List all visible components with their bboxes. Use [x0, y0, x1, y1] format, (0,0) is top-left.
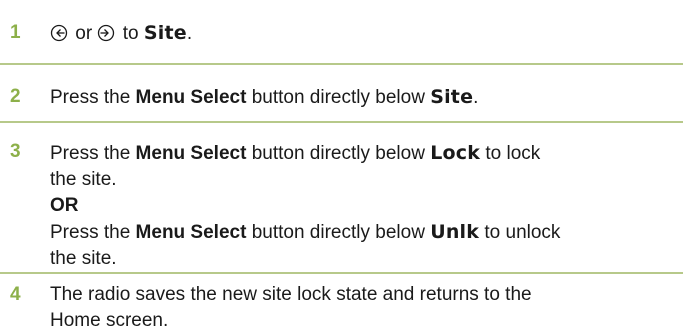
option-b-line-2: the site. [50, 248, 117, 269]
text-pre: Press the [50, 222, 131, 243]
button-name: Menu Select [135, 222, 247, 243]
procedure-steps: 1 or to Site. 2 Press the Menu Select bu… [0, 0, 683, 331]
text-pre: Press the [50, 87, 131, 108]
text-pre: Press the [50, 143, 131, 164]
text-line-2: Home screen. [50, 310, 169, 331]
display-word-unlk: Unlk [430, 221, 480, 243]
button-name: Menu Select [135, 87, 247, 108]
divider [0, 272, 683, 274]
step-number: 3 [10, 141, 21, 162]
display-word-lock: Lock [430, 142, 481, 164]
display-word-site: Site [430, 86, 474, 108]
text-line-1: The radio saves the new site lock state … [50, 284, 532, 305]
or-text: or [75, 23, 93, 44]
display-word-site: Site [143, 22, 187, 44]
option-b-line-1: Press the Menu Select button directly be… [50, 219, 643, 246]
text-post: button directly below [251, 87, 425, 108]
step-text: The radio saves the new site lock state … [50, 282, 643, 334]
divider [0, 121, 683, 123]
step-number: 4 [10, 284, 21, 305]
step-text: Press the Menu Select button directly be… [50, 140, 643, 272]
option-a-line-2: the site. [50, 169, 117, 190]
step-text: or to Site. [50, 20, 643, 47]
divider [0, 63, 683, 65]
to-text: to [122, 23, 139, 44]
button-name: Menu Select [135, 143, 247, 164]
step-text: Press the Menu Select button directly be… [50, 84, 643, 111]
option-a-line-1: Press the Menu Select button directly be… [50, 140, 643, 167]
or-label: OR [50, 195, 79, 216]
end-punct: . [186, 23, 193, 44]
text-post: button directly below [251, 143, 425, 164]
text-suffix: to unlock [484, 222, 561, 243]
text-post: button directly below [251, 222, 425, 243]
end-punct: . [473, 87, 479, 108]
navigate-right-icon [98, 24, 115, 42]
text-suffix: to lock [485, 143, 541, 164]
navigate-left-icon [50, 24, 68, 42]
step-number: 2 [10, 86, 21, 107]
step-number: 1 [10, 22, 21, 43]
